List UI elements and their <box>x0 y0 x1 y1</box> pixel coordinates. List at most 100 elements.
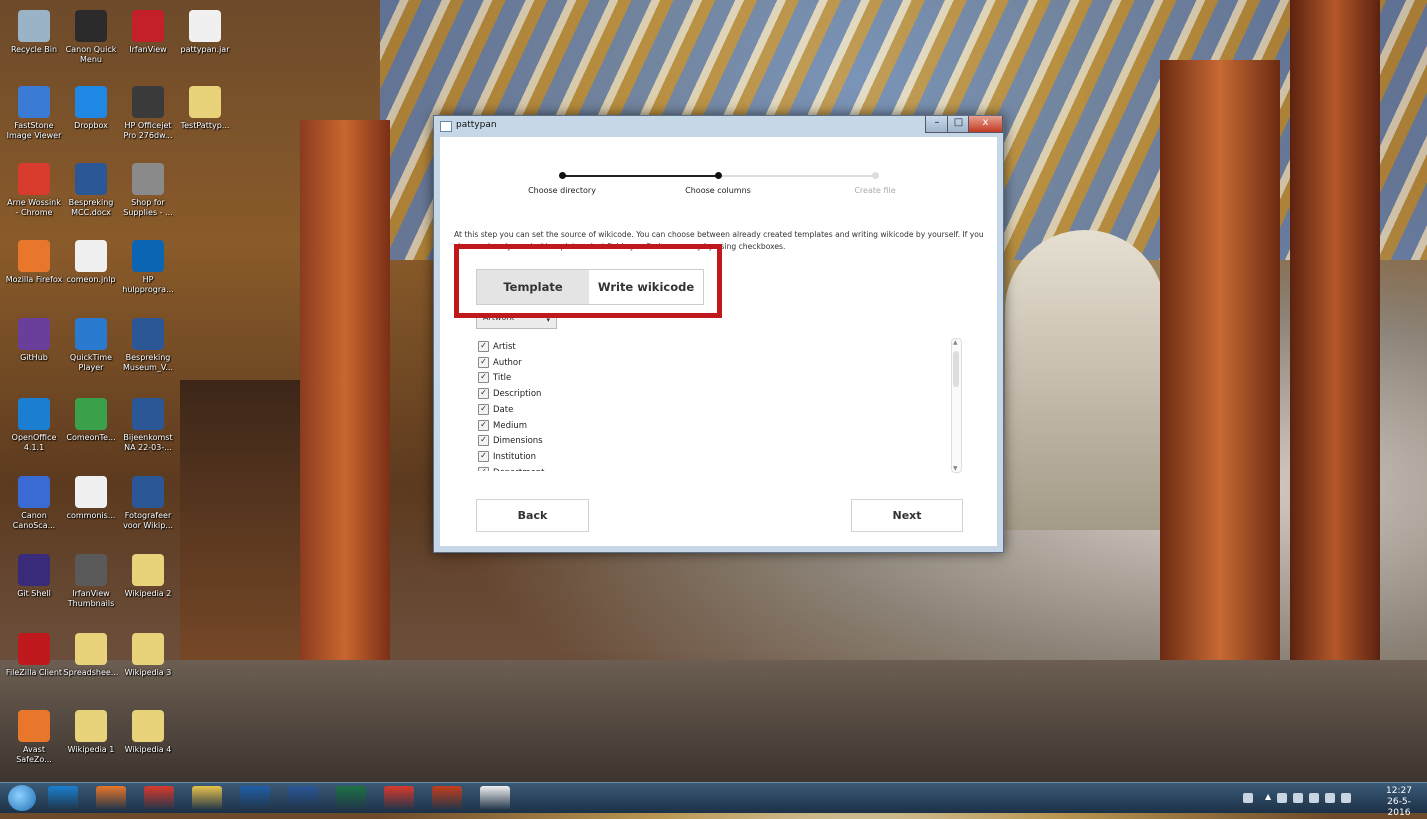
desktop-icon[interactable]: Wikipedia 4 <box>119 710 177 755</box>
checkbox[interactable]: ✓ <box>478 419 489 431</box>
excel-taskbar-icon[interactable] <box>336 786 366 810</box>
keyboard-icon[interactable] <box>1243 793 1253 803</box>
desktop-icon[interactable]: Dropbox <box>62 86 120 131</box>
step-dot-1 <box>559 172 566 179</box>
window-titlebar[interactable]: pattypan – □ x <box>434 116 1003 136</box>
step-dot-2 <box>715 172 722 179</box>
desktop-icon-label: Bespreking MCC.docx <box>68 198 114 217</box>
checkbox[interactable]: ✓ <box>478 450 489 462</box>
field-checkbox-row[interactable]: ✓ Author <box>478 356 522 370</box>
checkbox[interactable]: ✓ <box>478 341 489 352</box>
desktop-icon[interactable]: Wikipedia 1 <box>62 710 120 755</box>
checkbox[interactable]: ✓ <box>478 388 489 400</box>
desktop-icon[interactable]: Recycle Bin <box>5 10 63 55</box>
list-scrollbar[interactable]: ▲ ▼ <box>951 338 962 473</box>
chrome-taskbar-icon[interactable] <box>144 786 174 810</box>
action-center-flag-icon[interactable] <box>1309 793 1319 803</box>
field-checkbox-row[interactable]: ✓ Medium <box>478 419 527 433</box>
scrollbar-thumb[interactable] <box>953 351 959 387</box>
desktop-icon-label: FastStone Image Viewer <box>6 121 62 140</box>
desktop-icon[interactable]: QuickTime Player <box>62 318 120 373</box>
field-checkbox-row[interactable]: ✓ Description <box>478 387 541 401</box>
desktop-icon[interactable]: Mozilla Firefox <box>5 240 63 285</box>
start-button[interactable] <box>8 785 36 811</box>
desktop-icon[interactable]: pattypan.jar <box>176 10 234 55</box>
desktop-icon-glyph <box>18 86 50 118</box>
desktop-icon[interactable]: HP hulpprogra... <box>119 240 177 295</box>
desktop-icon[interactable]: Wikipedia 3 <box>119 633 177 678</box>
desktop-icon[interactable]: Wikipedia 2 <box>119 554 177 599</box>
desktop-icon[interactable]: Arne Wossink - Chrome <box>5 163 63 218</box>
windows-update-icon[interactable] <box>1293 793 1303 803</box>
clock[interactable]: 12:27 26-5-2016 <box>1377 786 1421 819</box>
back-button[interactable]: Back <box>476 499 589 532</box>
field-checkbox-row[interactable]: ✓ Department <box>478 466 544 471</box>
desktop-icon[interactable]: Canon Quick Menu <box>62 10 120 65</box>
checkbox[interactable]: ✓ <box>478 403 489 415</box>
scroll-down-icon[interactable]: ▼ <box>953 465 958 472</box>
checkbox-label: Description <box>493 389 542 400</box>
checkbox[interactable]: ✓ <box>478 356 489 368</box>
close-button[interactable]: x <box>968 116 1003 133</box>
desktop-icon[interactable]: commonis... <box>62 476 120 521</box>
desktop-icon[interactable]: OpenOffice 4.1.1 <box>5 398 63 453</box>
desktop-icon-label: Dropbox <box>74 121 108 130</box>
field-checkbox-row[interactable]: ✓ Artist <box>478 340 516 354</box>
desktop-icon-label: pattypan.jar <box>180 45 230 54</box>
volume-icon[interactable] <box>1341 793 1351 803</box>
desktop-icon[interactable]: TestPattyp... <box>176 86 234 131</box>
source-tabs: Template Write wikicode <box>476 269 704 305</box>
network-icon[interactable] <box>1277 793 1287 803</box>
checkbox[interactable]: ✓ <box>478 435 489 447</box>
desktop-icon[interactable]: Shop for Supplies - ... <box>119 163 177 218</box>
desktop-icon[interactable]: Bespreking Museum_V... <box>119 318 177 373</box>
desktop-icon[interactable]: Bespreking MCC.docx <box>62 163 120 218</box>
desktop-icon[interactable]: GitHub <box>5 318 63 363</box>
file-explorer-taskbar-icon[interactable] <box>192 786 222 810</box>
chrome-2-taskbar-icon[interactable] <box>384 786 414 810</box>
desktop-icon-label: IrfanView <box>129 45 167 54</box>
chevron-down-icon: ▾ <box>546 316 550 324</box>
checkbox[interactable]: ✓ <box>478 372 489 384</box>
field-checkbox-row[interactable]: ✓ Date <box>478 403 513 417</box>
tab-write-wikicode[interactable]: Write wikicode <box>589 270 703 304</box>
field-checkbox-row[interactable]: ✓ Dimensions <box>478 434 543 448</box>
template-select[interactable]: Artwork ▾ <box>476 313 557 329</box>
desktop-icon[interactable]: Spreadshee... <box>62 633 120 678</box>
desktop-icon[interactable]: Bijeenkomst NA 22-03-... <box>119 398 177 453</box>
desktop-icon[interactable]: FastStone Image Viewer <box>5 86 63 141</box>
field-checkbox-row[interactable]: ✓ Institution <box>478 450 536 464</box>
desktop-icon[interactable]: comeon.jnlp <box>62 240 120 285</box>
desktop-icon[interactable]: IrfanView Thumbnails <box>62 554 120 609</box>
firefox-taskbar-icon[interactable] <box>96 786 126 810</box>
step-dot-3 <box>872 172 879 179</box>
desktop-icon[interactable]: Fotografeer voor Wikip... <box>119 476 177 531</box>
maximize-button[interactable]: □ <box>947 116 970 133</box>
step-label-choose-columns: Choose columns <box>685 186 751 195</box>
desktop-icon-glyph <box>132 633 164 665</box>
desktop-icon[interactable]: FileZilla Client <box>5 633 63 678</box>
desktop-icon[interactable]: HP Officejet Pro 276dw... <box>119 86 177 141</box>
desktop-icon[interactable]: Canon CanoSca... <box>5 476 63 531</box>
desktop-icon-label: Shop for Supplies - ... <box>123 198 173 217</box>
wallpaper-pillar <box>1290 0 1380 780</box>
java-taskbar-icon[interactable] <box>480 786 510 810</box>
internet-explorer-taskbar-icon[interactable] <box>48 786 78 810</box>
scroll-up-icon[interactable]: ▲ <box>953 339 958 346</box>
desktop-icon[interactable]: Git Shell <box>5 554 63 599</box>
checkbox[interactable]: ✓ <box>478 466 489 471</box>
tab-template[interactable]: Template <box>477 270 589 304</box>
desktop-icon[interactable]: IrfanView <box>119 10 177 55</box>
desktop-icon[interactable]: Avast SafeZo... <box>5 710 63 765</box>
media-player-taskbar-icon[interactable] <box>240 786 270 810</box>
battery-icon[interactable] <box>1325 793 1335 803</box>
minimize-button[interactable]: – <box>925 116 949 133</box>
word-taskbar-icon[interactable] <box>288 786 318 810</box>
next-button[interactable]: Next <box>851 499 963 532</box>
desktop-icon-label: HP hulpprogra... <box>122 275 174 294</box>
powerpoint-taskbar-icon[interactable] <box>432 786 462 810</box>
field-checkbox-row[interactable]: ✓ Title <box>478 371 511 385</box>
desktop-icon[interactable]: ComeonTe... <box>62 398 120 443</box>
step-description: At this step you can set the source of w… <box>454 230 984 251</box>
show-hidden-icons-icon[interactable]: ▲ <box>1265 792 1271 802</box>
